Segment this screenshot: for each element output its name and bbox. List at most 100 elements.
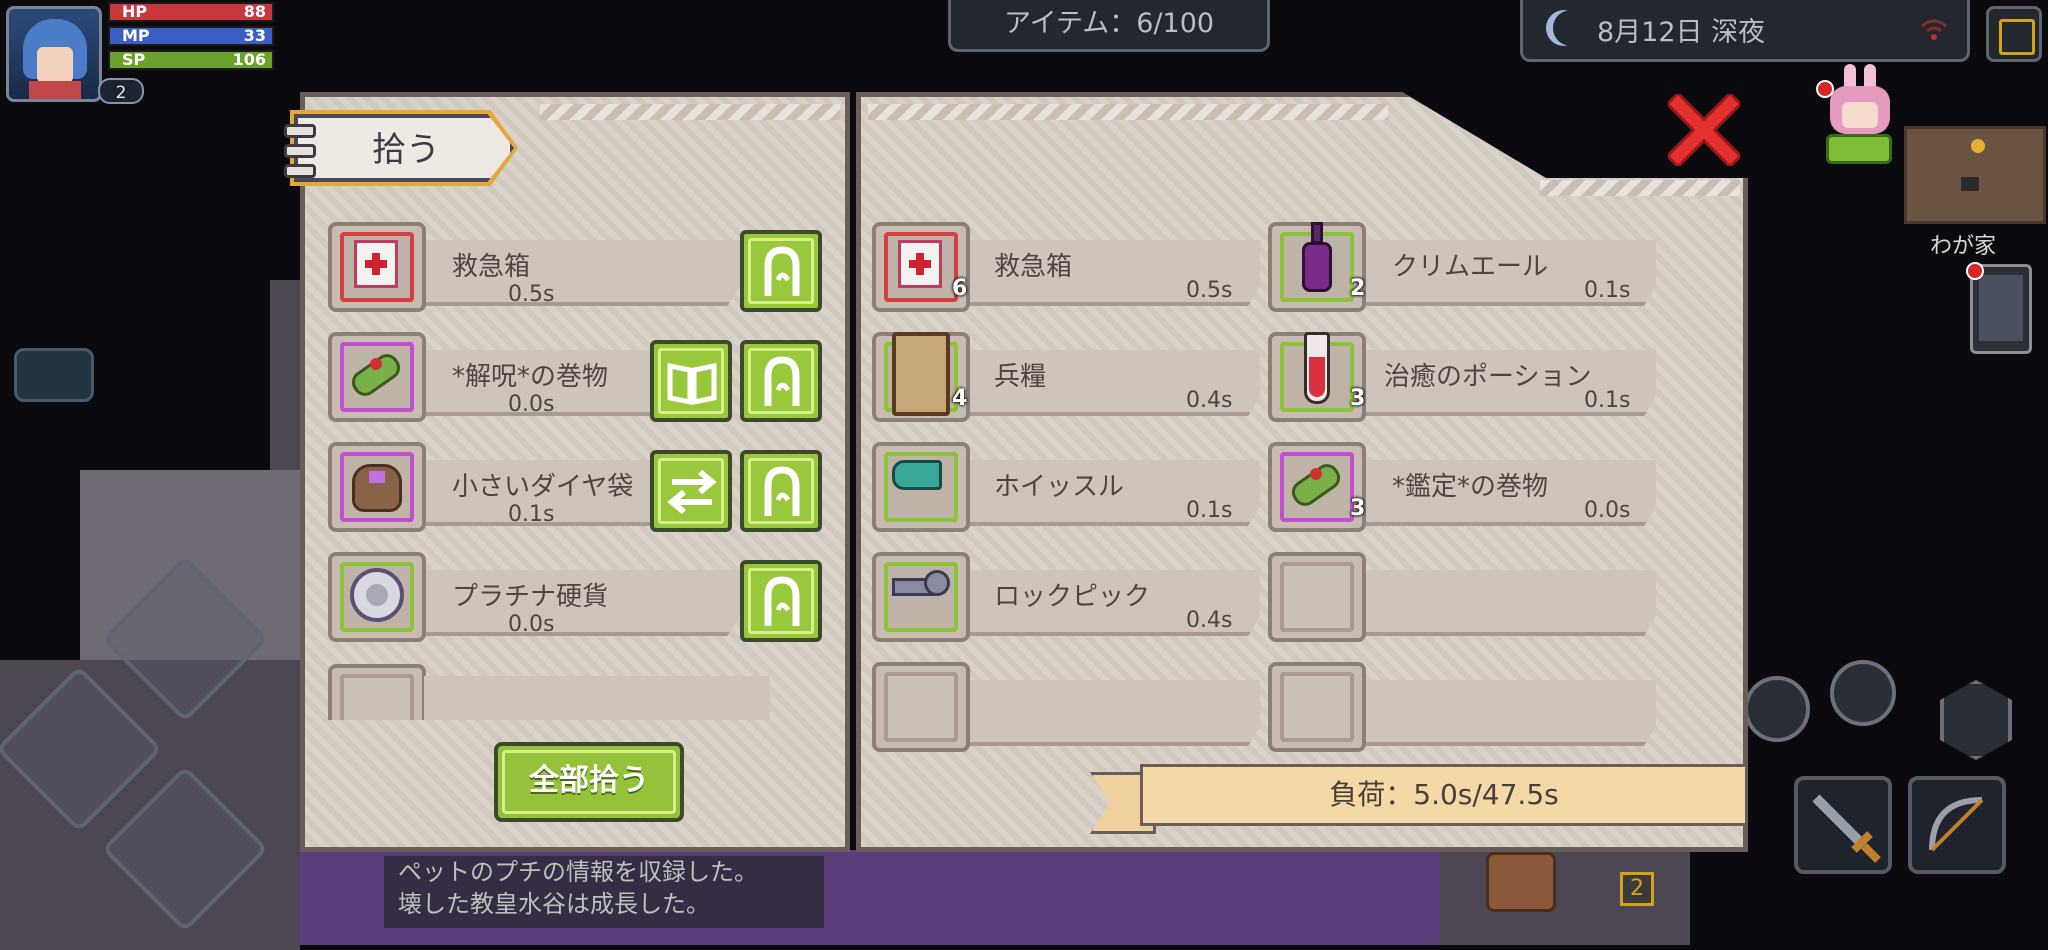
item-slot[interactable] <box>328 442 426 532</box>
item-slot[interactable] <box>328 222 426 312</box>
pickup-button[interactable] <box>740 450 822 532</box>
potion-icon <box>1304 332 1330 404</box>
item-count: 3 <box>1350 496 1366 521</box>
gamepad-icon[interactable] <box>14 348 94 402</box>
pick-all-button[interactable]: 全部拾う <box>494 742 684 822</box>
swap-icon[interactable] <box>1830 660 1896 726</box>
platinum-coin-icon <box>350 568 404 622</box>
mp-label: MP <box>122 26 150 45</box>
diamond-bag-icon <box>352 464 402 512</box>
exchange-button[interactable] <box>650 450 732 532</box>
hp-value: 88 <box>243 2 266 21</box>
whistle-icon <box>892 460 942 490</box>
sp-label: SP <box>122 50 146 69</box>
phone-notification-dot <box>1966 262 1984 280</box>
mp-value: 33 <box>243 26 266 45</box>
item-slot-empty[interactable] <box>872 662 970 752</box>
panel-edge-decoration <box>540 104 840 120</box>
item-slot-empty[interactable] <box>1268 662 1366 752</box>
mp-bar: MP 33 <box>108 26 274 46</box>
item-name: ホイッスル <box>994 472 1125 502</box>
list-item-empty <box>960 680 1260 746</box>
backpack-icon[interactable] <box>1486 852 1556 912</box>
exit-button[interactable] <box>1986 6 2042 62</box>
skill-icon[interactable] <box>1940 680 2012 760</box>
pickup-title: 拾う <box>372 130 440 170</box>
item-weight: 0.0s <box>1584 498 1631 523</box>
item-slot-empty[interactable] <box>1268 552 1366 642</box>
item-slot[interactable] <box>872 552 970 642</box>
sword-attack-button[interactable] <box>1794 776 1892 874</box>
pickup-button[interactable] <box>740 230 822 312</box>
first-aid-icon <box>898 240 942 288</box>
list-item-empty <box>1356 570 1656 636</box>
dpad-up-button[interactable] <box>101 555 269 723</box>
grab-hand-icon <box>764 466 800 516</box>
item-name: 救急箱 <box>994 252 1073 282</box>
item-weight: 0.1s <box>1584 278 1631 303</box>
map-label: わが家 <box>1930 234 1997 259</box>
notification-dot <box>1816 80 1834 98</box>
item-count: 6 <box>952 276 968 301</box>
grab-hand-icon <box>764 246 800 296</box>
bow-icon <box>1929 797 1984 852</box>
pet-sprite <box>1818 64 1902 164</box>
player-avatar[interactable] <box>6 6 102 102</box>
exit-icon <box>1999 19 2035 55</box>
pickup-button[interactable] <box>740 340 822 422</box>
item-name: *鑑定*の巻物 <box>1392 472 1549 502</box>
item-count: 2 <box>1350 276 1366 301</box>
item-weight: 0.0s <box>508 612 555 637</box>
bow-attack-button[interactable] <box>1908 776 2006 874</box>
message-line: 壊した教皇水谷は成長した。 <box>398 890 710 918</box>
dpad[interactable] <box>0 555 300 933</box>
item-weight: 0.4s <box>1186 388 1233 413</box>
grab-hand-icon <box>764 576 800 626</box>
bottle-icon <box>1302 222 1332 294</box>
item-weight: 0.5s <box>508 282 555 307</box>
sp-value: 106 <box>232 50 266 69</box>
item-weight: 0.1s <box>508 502 555 527</box>
item-weight: 0.1s <box>1186 498 1233 523</box>
panel-edge-decoration <box>868 104 1388 120</box>
list-item-empty <box>1356 680 1656 746</box>
pickup-button[interactable] <box>740 560 822 642</box>
sword-icon <box>1812 794 1881 863</box>
first-aid-icon <box>354 240 398 288</box>
hp-label: HP <box>122 2 148 21</box>
moon-icon <box>1553 10 1589 46</box>
item-name: 小さいダイヤ袋 <box>452 472 634 502</box>
date-text: 8月12日 深夜 <box>1597 17 1766 48</box>
close-icon <box>1665 91 1743 169</box>
item-weight: 0.1s <box>1584 388 1631 413</box>
item-count: 4 <box>952 386 968 411</box>
load-indicator: 負荷：5.0s/47.5s <box>1090 764 1750 834</box>
item-name: *解呪*の巻物 <box>452 362 609 392</box>
minimap[interactable] <box>1904 126 2046 224</box>
panel-edge-decoration <box>1540 180 1740 196</box>
read-button[interactable] <box>650 340 732 422</box>
item-count-display: アイテム：6/100 <box>948 0 1270 52</box>
item-name: 治癒のポーション <box>1384 362 1592 392</box>
date-time-display: 8月12日 深夜 <box>1520 0 1970 62</box>
item-slot[interactable] <box>872 442 970 532</box>
search-icon[interactable] <box>1744 676 1810 742</box>
swap-arrows-icon <box>667 469 717 515</box>
item-name: クリムエール <box>1392 252 1549 282</box>
item-count: 3 <box>1350 386 1366 411</box>
item-weight: 0.4s <box>1186 608 1233 633</box>
close-button[interactable] <box>1665 91 1743 169</box>
grab-hand-icon <box>764 356 800 406</box>
ration-scroll-icon <box>892 332 950 416</box>
list-item-empty <box>328 664 774 720</box>
book-icon <box>667 362 717 406</box>
item-name: 兵糧 <box>994 362 1047 392</box>
item-weight: 0.5s <box>1186 278 1233 303</box>
item-slot[interactable] <box>328 332 426 422</box>
hp-bar: HP 88 <box>108 2 274 22</box>
item-slot[interactable] <box>328 552 426 642</box>
item-weight: 0.0s <box>508 392 555 417</box>
load-text: 負荷：5.0s/47.5s <box>1140 764 1748 826</box>
pickup-title-tab: 拾う <box>284 108 534 188</box>
item-name: ロックピック <box>994 582 1151 612</box>
